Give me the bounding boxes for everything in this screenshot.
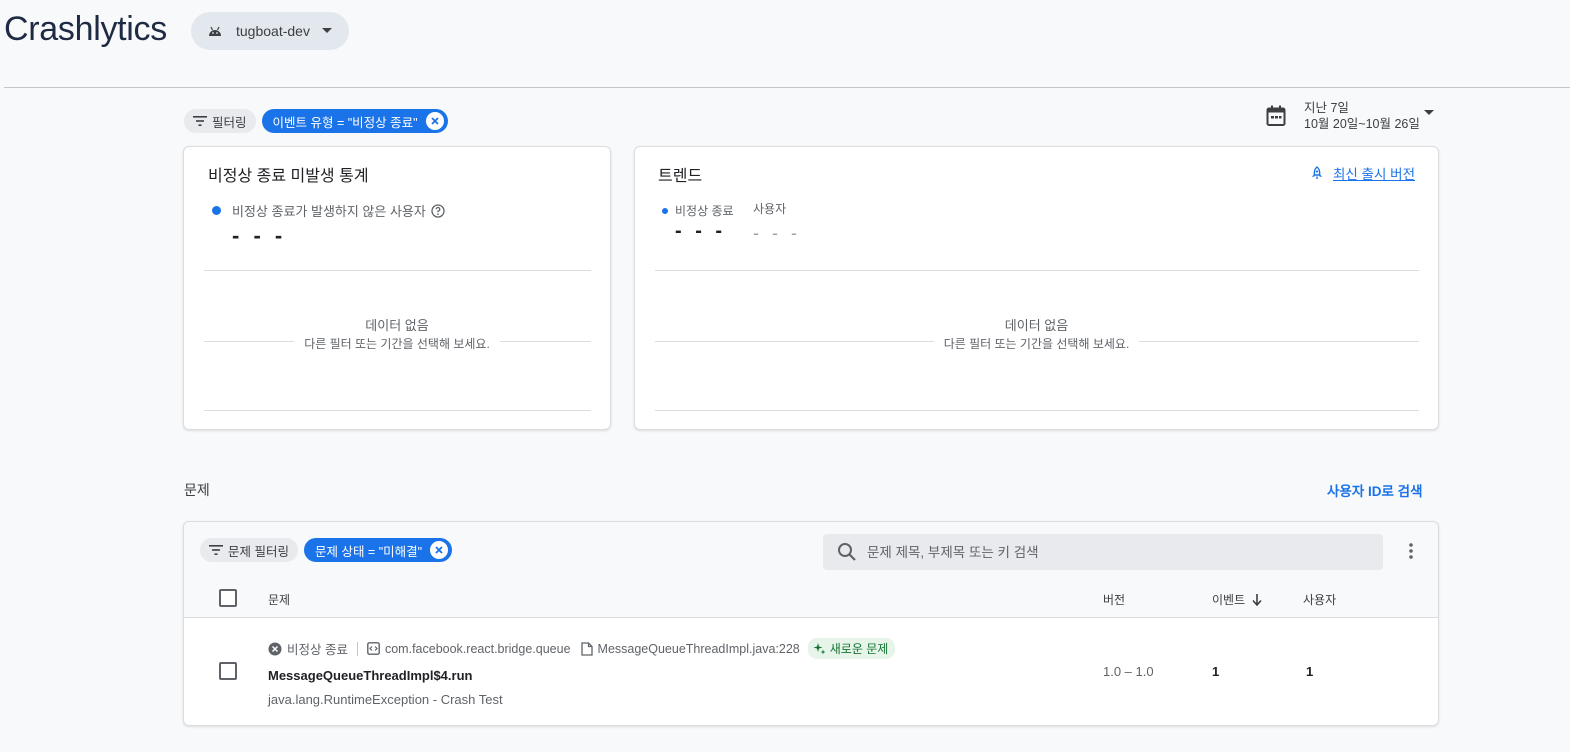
column-header-events-label: 이벤트 [1212, 593, 1246, 607]
divider [204, 410, 591, 411]
issues-section-label: 문제 [184, 482, 210, 498]
trends-card: 트렌드 최신 출시 버전 비정상 종료 사용자 - - - - - - 데이터 … [634, 146, 1439, 430]
date-range-label: 지난 7일 [1304, 101, 1349, 115]
filter-button[interactable]: 필터링 [184, 109, 256, 133]
issues-table-header: 문제 필터링 문제 상태 = "미해결" 문제 버전 이벤트 [184, 522, 1438, 618]
issue-status-filter-label: 문제 상태 = "미해결" [314, 544, 423, 559]
issue-file-label: MessageQueueThreadImpl.java:228 [597, 641, 800, 656]
issue-search-box[interactable] [823, 534, 1383, 570]
issue-events: 1 [1212, 664, 1220, 679]
issue-type: 비정상 종료 [268, 639, 348, 658]
app-title: Crashlytics [4, 10, 167, 48]
chevron-down-icon [1423, 110, 1434, 116]
issues-filter-label: 문제 필터링 [228, 544, 289, 559]
issues-table: 문제 필터링 문제 상태 = "미해결" 문제 버전 이벤트 [183, 521, 1439, 726]
filter-bar: 필터링 이벤트 유형 = "비정상 종료" [184, 109, 448, 133]
search-icon [837, 542, 857, 562]
new-issue-badge: 새로운 문제 [807, 638, 896, 659]
column-header-version[interactable]: 버전 [1103, 591, 1125, 608]
no-data-title: 데이터 없음 [1004, 318, 1069, 333]
date-range-dates: 10월 20일~10월 26일 [1304, 117, 1420, 131]
gridline [500, 341, 591, 342]
column-header-issue[interactable]: 문제 [268, 591, 290, 608]
no-data-subtitle: 다른 필터 또는 기간을 선택해 보세요. [943, 337, 1130, 351]
rocket-icon [1310, 166, 1324, 180]
issues-filter-button[interactable]: 문제 필터링 [200, 538, 298, 562]
issue-version: 1.0 – 1.0 [1103, 664, 1154, 679]
divider [204, 270, 591, 271]
issue-package: com.facebook.react.bridge.queue [367, 642, 571, 656]
crash-free-stats-card: 비정상 종료 미발생 통계 비정상 종료가 발생하지 않은 사용자 - - - … [183, 146, 611, 430]
divider [655, 410, 1419, 411]
project-name: tugboat-dev [236, 23, 310, 39]
latest-release-label: 최신 출시 버전 [1332, 167, 1415, 182]
filter-icon [193, 116, 207, 126]
legend-dot [662, 207, 668, 214]
separator [356, 641, 358, 656]
header-divider [4, 87, 1570, 88]
crash-free-value: - - - [232, 223, 287, 248]
crashes-value: - - - [675, 220, 727, 242]
more-vert-icon[interactable] [1403, 541, 1419, 561]
chevron-down-icon [321, 28, 332, 34]
issue-users: 1 [1306, 664, 1314, 679]
filter-button-label: 필터링 [212, 115, 247, 130]
issues-filter-bar: 문제 필터링 문제 상태 = "미해결" [200, 538, 453, 562]
date-range-selector[interactable]: 지난 7일 10월 20일~10월 26일 [1266, 100, 1434, 132]
no-data-title: 데이터 없음 [365, 318, 429, 333]
close-icon[interactable] [425, 112, 444, 130]
column-header-events[interactable]: 이벤트 [1212, 591, 1262, 608]
gridline [655, 341, 934, 342]
search-by-user-id-link[interactable]: 사용자 ID로 검색 [1327, 480, 1423, 500]
project-selector[interactable]: tugboat-dev [191, 12, 349, 50]
crash-free-legend: 비정상 종료가 발생하지 않은 사용자 [212, 201, 445, 220]
event-type-filter-label: 이벤트 유형 = "비정상 종료" [272, 115, 418, 130]
column-header-users[interactable]: 사용자 [1303, 591, 1336, 608]
gridline [204, 341, 294, 342]
issue-file: MessageQueueThreadImpl.java:228 [580, 641, 800, 656]
issue-title[interactable]: MessageQueueThreadImpl$4.run [268, 668, 472, 683]
help-icon[interactable] [431, 203, 445, 218]
legend-label: 비정상 종료 [675, 204, 734, 218]
card-title: 트렌드 [658, 168, 703, 185]
issue-search-input[interactable] [867, 544, 1347, 560]
issue-type-label: 비정상 종료 [287, 643, 348, 657]
issue-status-filter-chip[interactable]: 문제 상태 = "미해결" [303, 538, 453, 562]
no-data-subtitle: 다른 필터 또는 기간을 선택해 보세요. [304, 337, 490, 351]
crashes-legend: 비정상 종료 [662, 202, 734, 219]
legend-dot [212, 206, 221, 215]
sparkle-icon [813, 643, 826, 655]
arrow-down-icon [1252, 593, 1262, 606]
row-checkbox[interactable] [219, 662, 237, 680]
close-icon[interactable] [430, 541, 449, 559]
legend-label: 비정상 종료가 발생하지 않은 사용자 [232, 204, 426, 219]
code-icon [367, 642, 380, 655]
issue-meta: 비정상 종료 com.facebook.react.bridge.queue M… [268, 638, 896, 659]
users-legend: 사용자 [753, 202, 787, 216]
users-value: - - - [753, 223, 801, 243]
latest-release-link[interactable]: 최신 출시 버전 [1310, 163, 1415, 183]
issue-subtitle: java.lang.RuntimeException - Crash Test [268, 692, 503, 707]
crash-icon [268, 642, 282, 655]
select-all-checkbox[interactable] [219, 589, 237, 607]
file-icon [580, 641, 593, 656]
android-icon [208, 25, 222, 37]
gridline [1139, 341, 1419, 342]
table-row[interactable]: 비정상 종료 com.facebook.react.bridge.queue M… [184, 618, 1438, 725]
event-type-filter-chip[interactable]: 이벤트 유형 = "비정상 종료" [261, 109, 448, 133]
issue-package-label: com.facebook.react.bridge.queue [384, 641, 571, 656]
filter-icon [209, 545, 223, 555]
card-title: 비정상 종료 미발생 통계 [208, 168, 369, 185]
divider [655, 270, 1419, 271]
calendar-icon [1266, 105, 1286, 127]
new-issue-label: 새로운 문제 [829, 642, 889, 656]
